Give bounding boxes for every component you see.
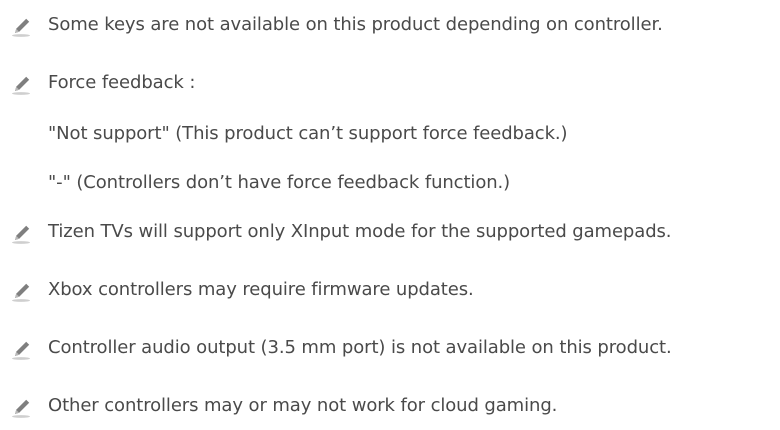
note-text: Tizen TVs will support only XInput mode …	[48, 221, 672, 242]
note-text: Some keys are not available on this prod…	[48, 14, 663, 35]
note-text: Controller audio output (3.5 mm port) is…	[48, 337, 672, 358]
pencil-note-icon	[11, 74, 33, 96]
note-text: Force feedback :	[48, 72, 196, 93]
pencil-note-icon	[11, 16, 33, 38]
note-text: Xbox controllers may require firmware up…	[48, 279, 474, 300]
pencil-note-icon	[11, 281, 33, 303]
pencil-note-icon	[11, 339, 33, 361]
pencil-note-icon	[11, 397, 33, 419]
note-text: Other controllers may or may not work fo…	[48, 395, 558, 416]
notes-list: Some keys are not available on this prod…	[0, 0, 780, 430]
note-subtext: "Not support" (This product can’t suppor…	[48, 123, 568, 144]
pencil-note-icon	[11, 223, 33, 245]
note-subtext: "-" (Controllers don’t have force feedba…	[48, 172, 511, 193]
